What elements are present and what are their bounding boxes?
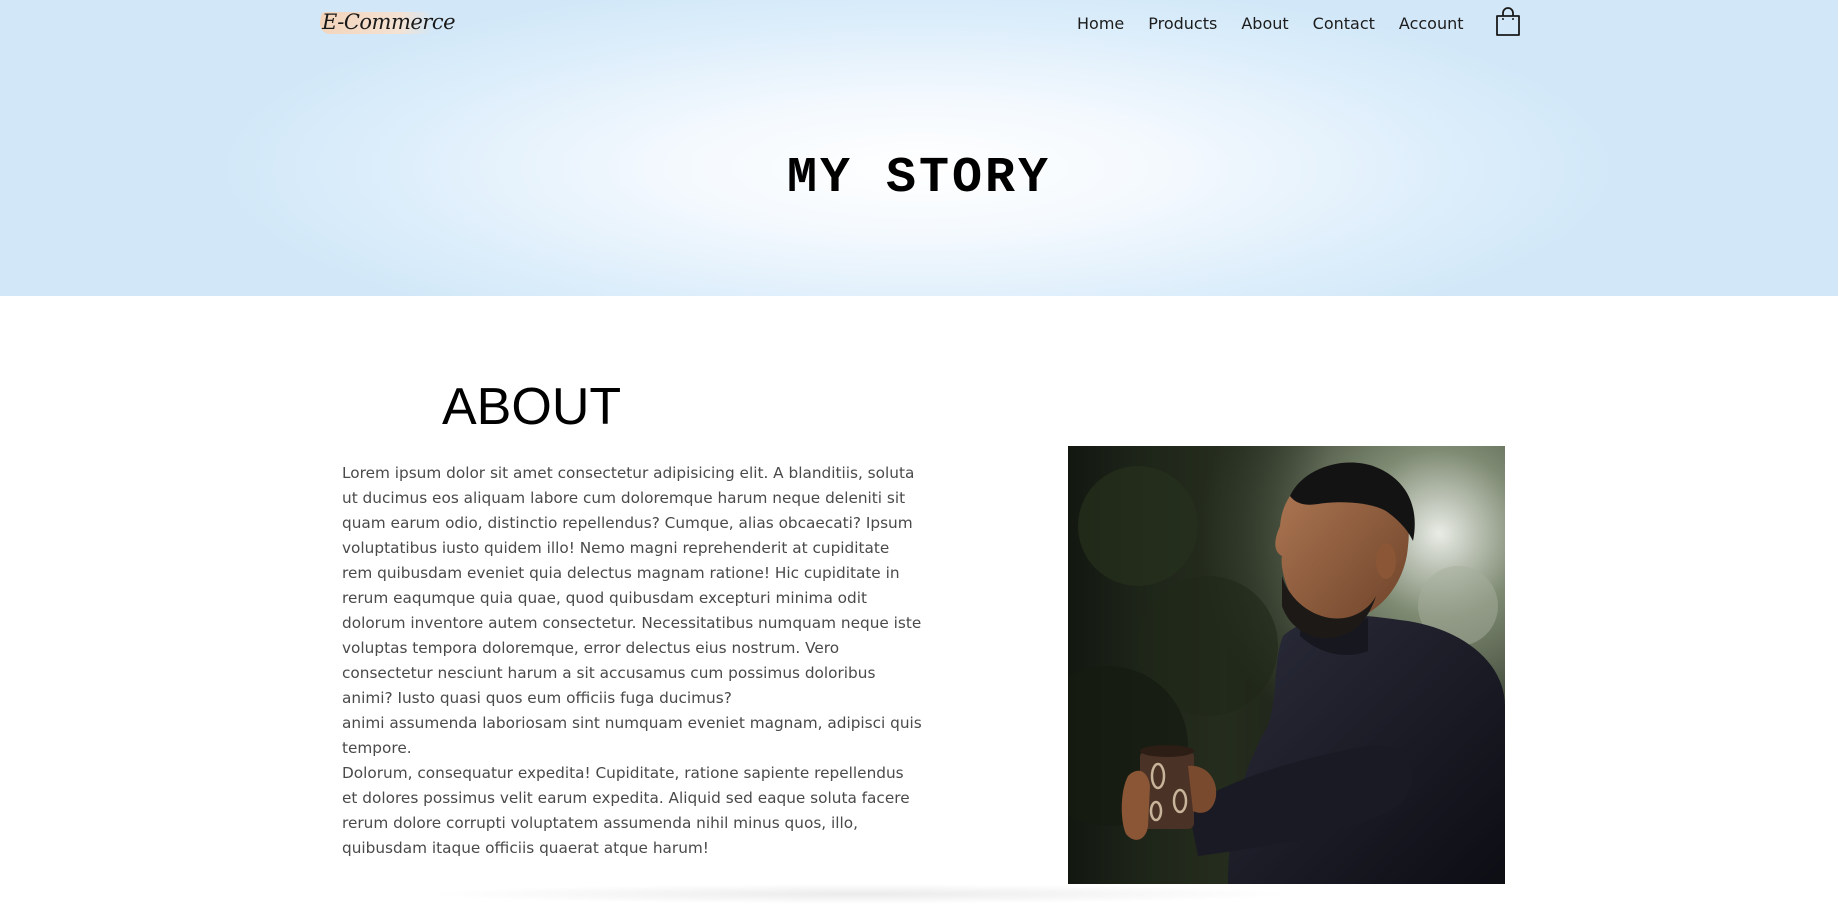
logo-text: E-Commerce bbox=[322, 10, 456, 34]
nav-home-link[interactable]: Home bbox=[1077, 14, 1124, 33]
main-menu: Home Products About Contact Account bbox=[1077, 14, 1464, 33]
nav-account-link[interactable]: Account bbox=[1399, 14, 1464, 33]
nav-products-link[interactable]: Products bbox=[1148, 14, 1217, 33]
about-paragraph: Lorem ipsum dolor sit amet consectetur a… bbox=[342, 464, 922, 707]
shopping-bag-icon[interactable] bbox=[1495, 7, 1521, 37]
nav-contact-link[interactable]: Contact bbox=[1313, 14, 1375, 33]
section-shadow bbox=[420, 884, 1300, 904]
top-navbar: E-Commerce Home Products About Contact A… bbox=[0, 0, 1838, 50]
portrait-photo bbox=[1068, 446, 1505, 884]
nav-about-link[interactable]: About bbox=[1241, 14, 1288, 33]
hero-title: MY STORY bbox=[786, 150, 1052, 207]
about-heading: ABOUT bbox=[442, 378, 622, 436]
about-paragraph: animi assumenda laboriosam sint numquam … bbox=[342, 714, 922, 757]
brand-logo[interactable]: E-Commerce bbox=[318, 8, 456, 36]
about-paragraph: Dolorum, consequatur expedita! Cupiditat… bbox=[342, 764, 910, 857]
about-text-block: Lorem ipsum dolor sit amet consectetur a… bbox=[342, 461, 922, 861]
